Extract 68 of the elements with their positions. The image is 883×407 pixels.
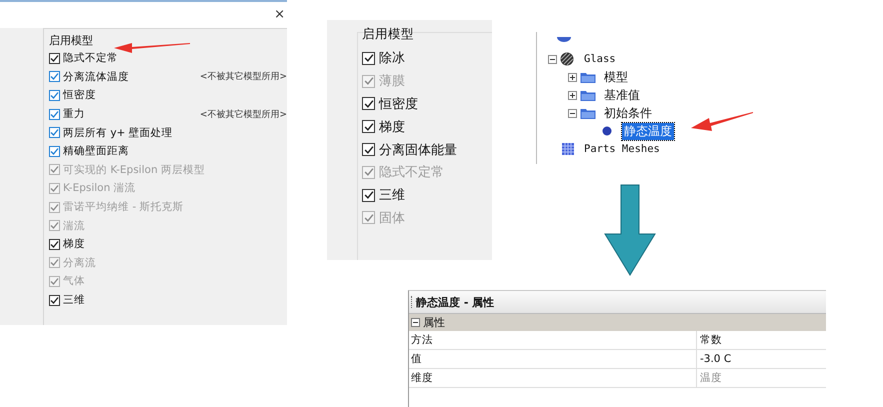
folder-icon xyxy=(580,88,596,102)
checkbox[interactable] xyxy=(49,146,60,157)
checkbox-label: 分离流体温度 xyxy=(63,70,129,84)
expander-icon[interactable] xyxy=(568,108,577,118)
tree-item[interactable]: Glass xyxy=(582,53,618,65)
expander-icon[interactable] xyxy=(548,54,557,64)
property-name: 值 xyxy=(409,350,697,368)
model-note: <不被其它模型所用> xyxy=(200,70,287,84)
folder-icon xyxy=(580,70,596,84)
checkbox[interactable] xyxy=(49,127,60,138)
tree-item[interactable]: 基准值 xyxy=(602,86,642,104)
checkbox-label: 气体 xyxy=(63,274,85,288)
expander-icon[interactable] xyxy=(568,90,577,100)
group-title: 启用模型 xyxy=(362,29,414,43)
checkbox-label: 重力 xyxy=(63,107,85,122)
folder-icon xyxy=(580,106,596,120)
checkbox[interactable] xyxy=(49,108,60,120)
checkbox-label: 固体 xyxy=(379,210,405,227)
checkbox[interactable] xyxy=(49,238,60,250)
arrow-icon xyxy=(690,110,754,134)
checkbox-label: 隐式不定常 xyxy=(379,164,444,182)
expander-icon[interactable] xyxy=(568,72,577,82)
checkbox[interactable] xyxy=(362,52,375,65)
down-arrow-icon xyxy=(604,184,656,276)
sphere-icon xyxy=(560,52,576,66)
checkbox-label: 精确壁面距离 xyxy=(63,144,129,158)
checkbox-label: 梯度 xyxy=(379,118,405,136)
checkbox-label: 除冰 xyxy=(379,50,405,68)
checkbox-label: 隐式不定常 xyxy=(63,51,118,66)
tree-item[interactable]: Parts Meshes xyxy=(582,143,662,155)
checkbox-label: K-Epsilon 湍流 xyxy=(63,181,136,196)
tree-item[interactable]: 模型 xyxy=(602,68,630,86)
node-icon xyxy=(556,37,572,45)
tree-item[interactable]: 静态温度 xyxy=(622,122,674,140)
checkbox[interactable] xyxy=(49,294,60,306)
collapse-icon[interactable] xyxy=(411,318,420,327)
checkbox-label: 三维 xyxy=(379,187,405,204)
checkbox[interactable] xyxy=(49,71,60,82)
checkbox[interactable] xyxy=(362,120,375,134)
model-note: <不被其它模型所用> xyxy=(200,108,287,121)
tree-item[interactable]: 初始条件 xyxy=(602,104,654,122)
property-name: 方法 xyxy=(409,331,697,349)
checkbox-label: 湍流 xyxy=(63,218,85,233)
property-value: 温度 xyxy=(699,371,722,385)
checkbox-label: 两层所有 y+ 壁面处理 xyxy=(63,126,173,140)
panel-title: 静态温度 - 属性 xyxy=(416,294,494,310)
property-name: 维度 xyxy=(409,369,697,387)
checkbox-label: 分离固体能量 xyxy=(379,142,457,159)
checkbox-label: 雷诺平均纳维 - 斯托克斯 xyxy=(63,200,184,214)
checkbox-label: 恒密度 xyxy=(63,88,96,102)
checkbox-label: 薄膜 xyxy=(379,73,405,90)
checkbox-label: 梯度 xyxy=(63,237,85,252)
grid-icon xyxy=(560,142,576,156)
checkbox[interactable] xyxy=(49,90,60,101)
section-header[interactable]: 属性 xyxy=(409,314,826,331)
checkbox[interactable] xyxy=(362,143,375,156)
arrow-icon xyxy=(112,40,192,54)
checkbox[interactable] xyxy=(362,188,375,202)
checkbox-label: 三维 xyxy=(63,293,85,308)
group-title: 启用模型 xyxy=(49,33,93,49)
property-value[interactable]: -3.0 C xyxy=(697,353,732,365)
checkbox[interactable] xyxy=(362,97,375,110)
checkbox[interactable] xyxy=(49,52,60,64)
checkbox-label: 可实现的 K-Epsilon 两层模型 xyxy=(63,162,205,177)
property-value[interactable]: 常数 xyxy=(697,333,722,347)
close-button[interactable]: × xyxy=(270,8,287,22)
checkbox-label: 恒密度 xyxy=(379,96,418,113)
checkbox-label: 分离流 xyxy=(63,256,96,270)
